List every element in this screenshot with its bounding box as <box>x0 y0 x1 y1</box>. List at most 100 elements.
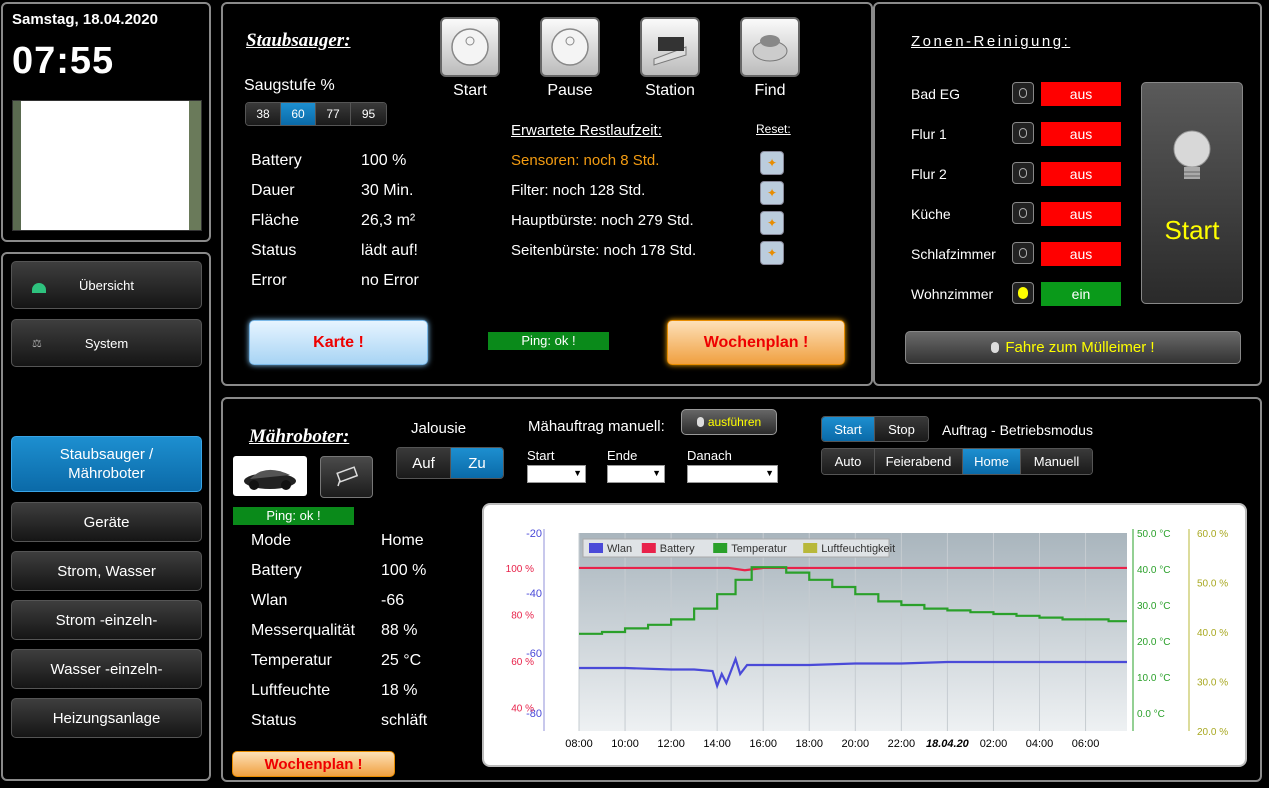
nav-item-strom-wasser[interactable]: Strom, Wasser <box>11 551 202 591</box>
mower-image <box>233 456 307 496</box>
stat-value: lädt auf! <box>361 242 418 259</box>
clock-panel: Samstag, 18.04.2020 07:55 <box>1 2 211 242</box>
security-camera-icon <box>335 466 358 487</box>
start-label: Start <box>453 82 487 99</box>
reset-icon: ✦ <box>766 186 778 200</box>
zone-bulb-icon[interactable] <box>1012 282 1034 304</box>
reset-sensor-button[interactable]: ✦ <box>760 151 784 175</box>
mower-title: Mähroboter: <box>249 426 350 447</box>
legend-swatch-battery <box>641 543 656 553</box>
stat-label: Error <box>251 272 287 289</box>
wlan-tick-label: -20 <box>526 528 542 540</box>
nav-item-geraete[interactable]: Geräte <box>11 502 202 542</box>
zone-name: Flur 1 <box>911 126 947 142</box>
stat-label: Status <box>251 242 297 259</box>
mower-stat-label: Wlan <box>251 592 288 609</box>
zones-title: Zonen-Reinigung: <box>911 33 1071 50</box>
time-text: 07:55 <box>12 40 115 82</box>
nav-item-wasser-einzeln[interactable]: Wasser -einzeln- <box>11 649 202 689</box>
mower-stat-value: 88 % <box>381 622 418 639</box>
start-button[interactable] <box>440 17 500 77</box>
zone-state[interactable]: aus <box>1041 82 1121 106</box>
zone-state[interactable]: aus <box>1041 242 1121 266</box>
x-tick-label: 18.04.20 <box>926 738 970 750</box>
vacuum-weekplan-button[interactable]: Wochenplan ! <box>667 320 845 365</box>
start-select[interactable] <box>527 465 586 483</box>
stat-value: no Error <box>361 272 419 289</box>
camera-button[interactable] <box>320 456 373 498</box>
blind-label: Jalousie <box>411 420 467 437</box>
station-label: Station <box>645 82 695 99</box>
temperature-tick-label: 40.0 °C <box>1137 565 1170 576</box>
x-tick-label: 18:00 <box>795 738 823 750</box>
remaining-title: Erwartete Restlaufzeit: <box>511 122 662 139</box>
zone-bulb-icon[interactable] <box>1012 202 1034 224</box>
nav-item-heizung[interactable]: Heizungsanlage <box>11 698 202 738</box>
mode-feierabend[interactable]: Feierabend <box>875 449 963 474</box>
legend-label-luftfeuchtigkeit: Luftfeuchtigkeit <box>821 543 895 555</box>
reset-filter-button[interactable]: ✦ <box>760 181 784 205</box>
stat-label: Fläche <box>251 212 300 229</box>
nav-item-system[interactable]: ⚖ System <box>11 319 202 367</box>
after-select[interactable] <box>687 465 778 483</box>
reset-mainbrush-button[interactable]: ✦ <box>760 211 784 235</box>
mode-auto[interactable]: Auto <box>822 449 875 474</box>
x-tick-label: 16:00 <box>749 738 777 750</box>
zone-bulb-icon[interactable] <box>1012 162 1034 184</box>
nav-item-uebersicht[interactable]: Übersicht <box>11 261 202 309</box>
zone-name: Flur 2 <box>911 166 947 182</box>
zone-state[interactable]: ein <box>1041 282 1121 306</box>
suction-60[interactable]: 60 <box>281 103 316 125</box>
reset-sidebrush-button[interactable]: ✦ <box>760 241 784 265</box>
mower-start-button[interactable]: Start <box>822 417 875 441</box>
battery-tick-label: 60 % <box>511 657 534 668</box>
humidity-tick-label: 60.0 % <box>1197 529 1228 540</box>
lightbulb-icon <box>696 417 704 427</box>
humidity-tick-label: 20.0 % <box>1197 727 1228 738</box>
mower-stat-label: Luftfeuchte <box>251 682 331 699</box>
remaining-mainbrush: Hauptbürste: noch 279 Std. <box>511 212 694 229</box>
remaining-filter: Filter: noch 128 Std. <box>511 182 646 199</box>
remaining-sidebrush: Seitenbürste: noch 178 Std. <box>511 242 697 259</box>
mower-stat-label: Messerqualität <box>251 622 356 639</box>
end-select[interactable] <box>607 465 665 483</box>
zone-bulb-icon[interactable] <box>1012 122 1034 144</box>
blind-up[interactable]: Auf <box>397 448 451 478</box>
lightbulb-icon <box>991 342 1000 353</box>
temperature-tick-label: 20.0 °C <box>1137 637 1170 648</box>
zone-bulb-icon[interactable] <box>1012 82 1034 104</box>
zone-state[interactable]: aus <box>1041 202 1121 226</box>
remaining-sensor: Sensoren: noch 8 Std. <box>511 152 660 169</box>
history-chart: 08:00 10:00 12:00 14:00 16:00 18:00 20:00 22:00… <box>482 503 1247 767</box>
zone-start-button[interactable]: Start <box>1141 82 1243 304</box>
battery-tick-label: 100 % <box>506 564 534 575</box>
zone-name: Wohnzimmer <box>911 286 994 302</box>
suction-label: Saugstufe % <box>244 77 335 94</box>
zone-bulb-icon[interactable] <box>1012 242 1034 264</box>
nav-item-strom-einzeln[interactable]: Strom -einzeln- <box>11 600 202 640</box>
vacuum-title: Staubsauger: <box>246 30 351 51</box>
suction-selector: 38 60 77 95 <box>245 102 387 126</box>
blind-down[interactable]: Zu <box>451 448 503 478</box>
mode-manuell[interactable]: Manuell <box>1021 449 1092 474</box>
dock-station-icon <box>653 37 687 66</box>
zone-state[interactable]: aus <box>1041 162 1121 186</box>
legend-label-wlan: Wlan <box>607 543 632 555</box>
find-button[interactable] <box>740 17 800 77</box>
pause-button[interactable] <box>540 17 600 77</box>
trash-button[interactable]: Fahre zum Mülleimer ! <box>905 331 1241 364</box>
execute-button[interactable]: ausführen <box>681 409 777 435</box>
order-mode-label: Auftrag - Betriebsmodus <box>942 422 1093 438</box>
reset-icon: ✦ <box>766 216 778 230</box>
suction-77[interactable]: 77 <box>316 103 351 125</box>
mode-home[interactable]: Home <box>963 449 1021 474</box>
map-button[interactable]: Karte ! <box>249 320 428 365</box>
mower-stat-value: Home <box>381 532 424 549</box>
mower-weekplan-button[interactable]: Wochenplan ! <box>232 751 395 777</box>
mower-stop-button[interactable]: Stop <box>875 417 928 441</box>
nav-item-staubsauger[interactable]: Staubsauger / Mähroboter <box>11 436 202 492</box>
suction-95[interactable]: 95 <box>351 103 386 125</box>
station-button[interactable] <box>640 17 700 77</box>
zone-state[interactable]: aus <box>1041 122 1121 146</box>
suction-38[interactable]: 38 <box>246 103 281 125</box>
